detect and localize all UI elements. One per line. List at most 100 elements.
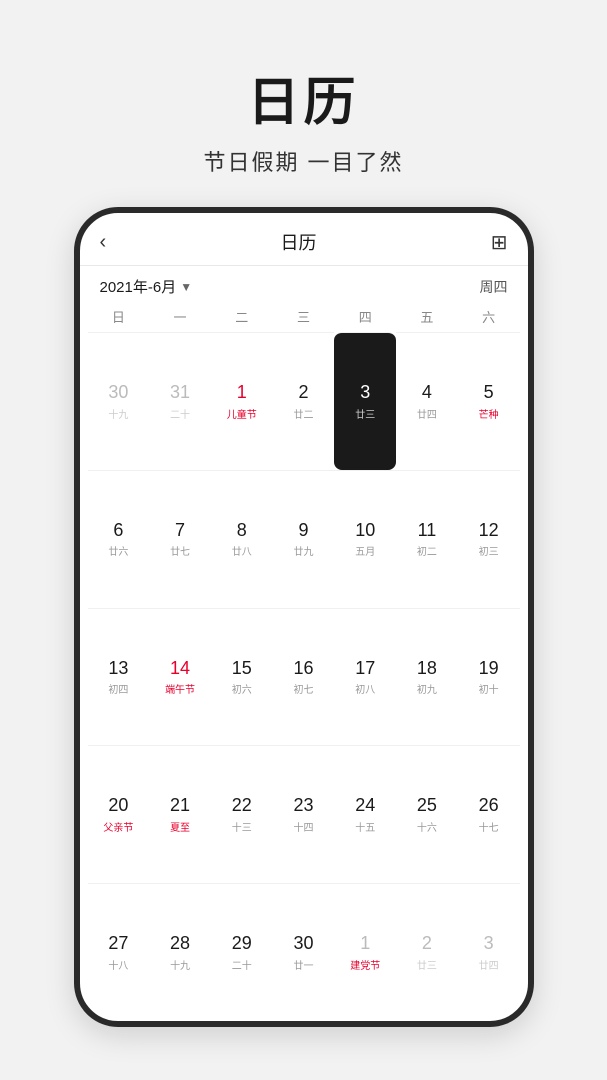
day-sub: 廿八 [232, 543, 252, 558]
day-sub: 廿六 [108, 543, 128, 558]
day-cell[interactable]: 27 十八 [88, 883, 150, 1021]
day-cell[interactable]: 11初二 [396, 470, 458, 608]
weekday-mon: 一 [149, 303, 211, 330]
day-cell[interactable]: 13初四 [88, 608, 150, 746]
day-cell[interactable]: 2廿三 [396, 883, 458, 1021]
weekday-wed: 三 [273, 303, 335, 330]
day-cell[interactable]: 28 十九 [149, 883, 211, 1021]
weekday-label: 周四 [480, 277, 508, 297]
day-cell[interactable]: 1建党节 [334, 883, 396, 1021]
day-cell[interactable]: 17初八 [334, 608, 396, 746]
day-number: 23 [293, 795, 313, 817]
month-nav: 2021年-6月 ▼ 周四 [80, 266, 528, 303]
day-sub: 五月 [355, 543, 375, 558]
day-number: 4 [422, 382, 432, 404]
day-number: 14 [170, 658, 190, 680]
day-cell[interactable]: 3廿三 [334, 332, 396, 470]
day-sub: 端午节 [165, 681, 195, 696]
weekday-thu: 四 [334, 303, 396, 330]
day-sub: 父亲节 [103, 819, 133, 834]
day-cell[interactable]: 12初三 [458, 470, 520, 608]
day-cell[interactable]: 24 十五 [334, 745, 396, 883]
day-cell[interactable]: 7廿七 [149, 470, 211, 608]
day-cell[interactable]: 14端午节 [149, 608, 211, 746]
day-number: 29 [232, 933, 252, 955]
day-number: 2 [298, 382, 308, 404]
day-number: 27 [108, 933, 128, 955]
day-cell[interactable]: 4 廿四 [396, 332, 458, 470]
back-button[interactable]: ‹ [100, 231, 107, 254]
day-number: 1 [360, 933, 370, 955]
calendar-icon[interactable]: ⊞ [491, 230, 508, 255]
day-cell[interactable]: 9廿九 [273, 470, 335, 608]
day-cell[interactable]: 23 十四 [273, 745, 335, 883]
day-sub: 廿九 [293, 543, 313, 558]
day-cell[interactable]: 6廿六 [88, 470, 150, 608]
day-number: 18 [417, 658, 437, 680]
day-sub: 芒种 [479, 406, 499, 421]
day-number: 17 [355, 658, 375, 680]
day-sub: 初六 [232, 681, 252, 696]
day-sub: 夏至 [170, 819, 190, 834]
day-cell[interactable]: 2 廿二 [273, 332, 335, 470]
day-sub: 十四 [293, 819, 313, 834]
day-number: 20 [108, 795, 128, 817]
day-sub: 十八 [108, 957, 128, 972]
day-number: 3 [484, 933, 494, 955]
day-cell[interactable]: 1 儿童节 [211, 332, 273, 470]
day-cell[interactable]: 25 十六 [396, 745, 458, 883]
day-number: 10 [355, 520, 375, 542]
day-number: 26 [479, 795, 499, 817]
calendar-grid: 30十九31二十1儿童节2廿二3廿三4廿四5芒种6廿六7廿七8廿八9廿九10五月… [80, 332, 528, 1021]
day-cell[interactable]: 21 夏至 [149, 745, 211, 883]
day-number: 28 [170, 933, 190, 955]
day-sub: 十六 [417, 819, 437, 834]
day-sub: 十五 [355, 819, 375, 834]
day-number: 2 [422, 933, 432, 955]
day-sub: 廿二 [293, 406, 313, 421]
weekdays-row: 日 一 二 三 四 五 六 [80, 303, 528, 330]
day-cell[interactable]: 31 二十 [149, 332, 211, 470]
phone-frame: ‹ 日历 ⊞ 2021年-6月 ▼ 周四 日 一 二 三 四 五 六 30十九3… [74, 207, 534, 1027]
day-sub: 初九 [417, 681, 437, 696]
day-cell[interactable]: 5芒种 [458, 332, 520, 470]
app-header: ‹ 日历 ⊞ [80, 213, 528, 266]
day-cell[interactable]: 30廿一 [273, 883, 335, 1021]
day-cell[interactable]: 3 廿四 [458, 883, 520, 1021]
day-number: 16 [293, 658, 313, 680]
day-cell[interactable]: 22 十三 [211, 745, 273, 883]
day-cell[interactable]: 26十七 [458, 745, 520, 883]
day-sub: 初二 [417, 543, 437, 558]
day-sub: 二十 [170, 406, 190, 421]
day-sub: 廿四 [417, 406, 437, 421]
day-number: 22 [232, 795, 252, 817]
day-cell[interactable]: 10五月 [334, 470, 396, 608]
weekday-fri: 五 [396, 303, 458, 330]
day-cell[interactable]: 20 父亲节 [88, 745, 150, 883]
day-number: 8 [237, 520, 247, 542]
day-cell[interactable]: 19初十 [458, 608, 520, 746]
day-cell[interactable]: 18初九 [396, 608, 458, 746]
day-cell[interactable]: 30十九 [88, 332, 150, 470]
day-number: 31 [170, 382, 190, 404]
month-text: 2021年-6月 [100, 276, 177, 297]
day-number: 9 [298, 520, 308, 542]
day-number: 24 [355, 795, 375, 817]
header-section: 日历 节日假期 一目了然 [203, 0, 403, 177]
day-cell[interactable]: 8廿八 [211, 470, 273, 608]
day-number: 1 [237, 382, 247, 404]
day-number: 7 [175, 520, 185, 542]
day-sub: 十三 [232, 819, 252, 834]
day-cell[interactable]: 15初六 [211, 608, 273, 746]
day-cell[interactable]: 29二十 [211, 883, 273, 1021]
day-number: 21 [170, 795, 190, 817]
weekday-sat: 六 [458, 303, 520, 330]
day-sub: 儿童节 [227, 406, 257, 421]
day-cell[interactable]: 16初七 [273, 608, 335, 746]
day-sub: 廿四 [479, 957, 499, 972]
month-label[interactable]: 2021年-6月 ▼ [100, 276, 193, 297]
day-number: 25 [417, 795, 437, 817]
day-sub: 十九 [170, 957, 190, 972]
day-number: 11 [418, 520, 437, 542]
day-sub: 初七 [293, 681, 313, 696]
